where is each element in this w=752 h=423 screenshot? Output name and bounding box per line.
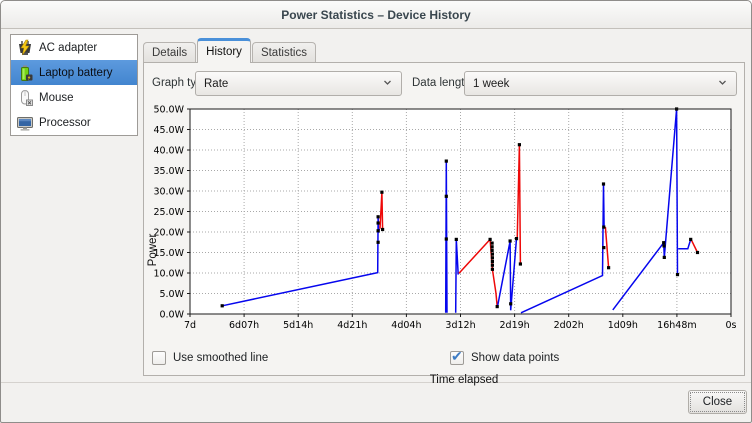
chevron-down-icon xyxy=(382,77,393,91)
svg-text:6d07h: 6d07h xyxy=(229,320,259,331)
show-data-points-checkbox[interactable]: ✔ xyxy=(450,351,464,365)
history-tab-page: Graph type: Rate Data length: 1 week 7d6… xyxy=(143,62,745,376)
sidebar-item-label: AC adapter xyxy=(39,42,97,54)
svg-text:5d14h: 5d14h xyxy=(283,320,313,331)
laptop-battery-icon xyxy=(11,64,39,82)
device-list: AC adapter Laptop battery Mouse Processor xyxy=(10,34,138,136)
sidebar-item-label: Processor xyxy=(39,117,91,129)
svg-text:5.0W: 5.0W xyxy=(159,289,184,300)
sidebar-item-processor[interactable]: Processor xyxy=(11,110,137,135)
sidebar-item-label: Laptop battery xyxy=(39,67,113,79)
notebook-tabs: DetailsHistoryStatistics xyxy=(143,38,317,63)
chevron-down-icon xyxy=(717,77,728,91)
window-title: Power Statistics – Device History xyxy=(281,8,470,22)
data-length-value: 1 week xyxy=(473,78,717,90)
y-axis-title: Power xyxy=(147,190,161,310)
history-plot: 7d 6d07h 5d14h 4d21h 4d04h 3d12h 2d19h 2d02h 1d0… xyxy=(147,102,747,354)
svg-text:50.0W: 50.0W xyxy=(153,105,184,116)
graph-type-dropdown[interactable]: Rate xyxy=(195,71,402,96)
tab-details[interactable]: Details xyxy=(143,42,196,63)
svg-text:35.0W: 35.0W xyxy=(153,166,184,177)
svg-text:4d21h: 4d21h xyxy=(337,320,367,331)
graph-type-value: Rate xyxy=(204,78,382,90)
svg-text:7d: 7d xyxy=(184,320,196,331)
tab-history[interactable]: History xyxy=(197,38,251,63)
tab-statistics[interactable]: Statistics xyxy=(252,42,316,63)
processor-icon xyxy=(11,114,39,132)
use-smoothed-line-checkbox[interactable]: ✔ xyxy=(152,351,166,365)
svg-text:2d19h: 2d19h xyxy=(500,320,530,331)
svg-text:1d09h: 1d09h xyxy=(608,320,638,331)
titlebar: Power Statistics – Device History xyxy=(1,1,751,29)
sidebar-item-ac-adapter[interactable]: AC adapter xyxy=(11,35,137,60)
x-axis-title: Time elapsed xyxy=(364,374,564,386)
svg-text:0s: 0s xyxy=(726,320,737,331)
show-data-points-option: ✔ Show data points xyxy=(450,351,559,365)
svg-text:16h48m: 16h48m xyxy=(657,320,696,331)
x-tick-labels: 7d 6d07h 5d14h 4d21h 4d04h 3d12h 2d19h 2d02h 1d0… xyxy=(184,314,737,331)
svg-text:40.0W: 40.0W xyxy=(153,146,184,157)
use-smoothed-line-option: ✔ Use smoothed line xyxy=(152,351,268,365)
svg-text:2d02h: 2d02h xyxy=(554,320,584,331)
show-data-points-label: Show data points xyxy=(471,352,559,364)
power-statistics-window: Power Statistics – Device History AC ada… xyxy=(0,0,752,423)
svg-text:45.0W: 45.0W xyxy=(153,125,184,136)
svg-text:4d04h: 4d04h xyxy=(391,320,421,331)
svg-text:3d12h: 3d12h xyxy=(445,320,475,331)
mouse-icon xyxy=(11,89,39,107)
sidebar-item-laptop-battery[interactable]: Laptop battery xyxy=(11,60,137,85)
close-button[interactable]: Close xyxy=(688,390,747,414)
use-smoothed-line-label: Use smoothed line xyxy=(173,352,268,364)
history-chart: 7d 6d07h 5d14h 4d21h 4d04h 3d12h 2d19h 2d02h 1d0… xyxy=(147,102,747,354)
sidebar-item-mouse[interactable]: Mouse xyxy=(11,85,137,110)
data-length-dropdown[interactable]: 1 week xyxy=(464,71,737,96)
ac-adapter-icon xyxy=(11,39,39,57)
check-icon: ✔ xyxy=(451,348,463,365)
sidebar-item-label: Mouse xyxy=(39,92,74,104)
svg-text:0.0W: 0.0W xyxy=(159,310,184,321)
